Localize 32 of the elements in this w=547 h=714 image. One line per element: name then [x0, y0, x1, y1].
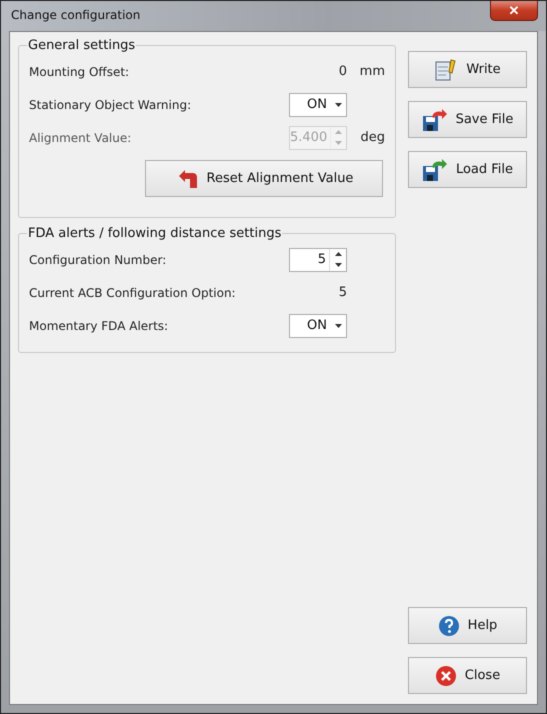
field-label: Configuration Number: [29, 252, 168, 266]
field-label: Momentary FDA Alerts: [29, 318, 170, 332]
floppy-arrow-icon [422, 158, 448, 182]
up-arrow-icon[interactable] [334, 252, 342, 256]
down-arrow-icon[interactable] [334, 102, 342, 106]
down-arrow-icon[interactable] [334, 324, 342, 328]
help-icon [438, 614, 460, 636]
group-title: General settings [27, 38, 136, 53]
dropdown[interactable]: ON [289, 314, 347, 338]
close-button[interactable]: ✕ [490, 1, 538, 21]
notepad-icon [434, 58, 458, 82]
close-icon [434, 664, 457, 686]
floppy-arrow-icon [422, 108, 448, 132]
field-label: Mounting Offset: [29, 64, 130, 78]
action-button[interactable]: Close [408, 657, 527, 694]
down-arrow-icon[interactable] [334, 263, 342, 267]
action-button[interactable]: Help [408, 607, 527, 644]
unit-text: mm [358, 64, 385, 79]
value-text: 0 [338, 64, 347, 79]
action-button[interactable]: Load File [408, 151, 527, 188]
value-text: 5 [338, 285, 347, 300]
unit-text: deg [359, 130, 385, 145]
field-label: Stationary Object Warning: [29, 98, 192, 112]
spin-field[interactable]: 5 [289, 248, 347, 272]
action-button[interactable]: Write [408, 51, 527, 88]
reset-alignment-button[interactable]: Reset Alignment Value [145, 160, 383, 197]
field-label: Current ACB Configuration Option: [29, 286, 237, 300]
field-label: Alignment Value: [29, 130, 132, 144]
dropdown[interactable]: ON [289, 92, 347, 116]
action-button[interactable]: Save File [408, 101, 527, 138]
window-title: Change configuration [11, 7, 140, 22]
group-title: FDA alerts / following distance settings [27, 226, 282, 241]
